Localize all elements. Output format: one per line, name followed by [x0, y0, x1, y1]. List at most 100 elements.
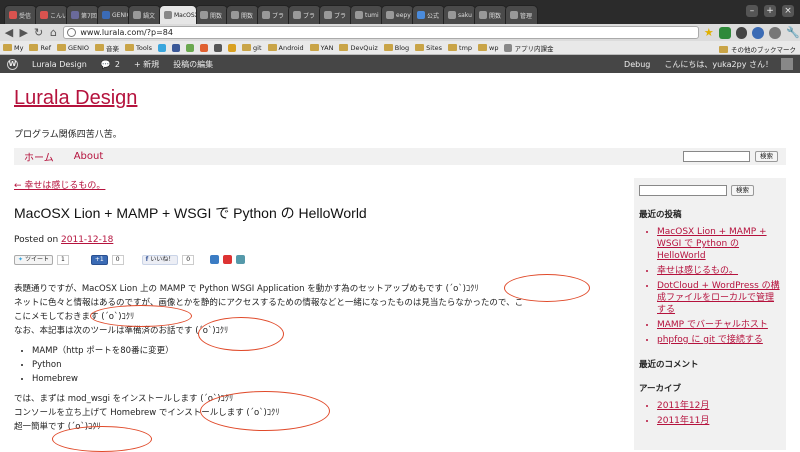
- close-icon[interactable]: ×: [782, 5, 794, 17]
- menu-item-home[interactable]: ホーム: [14, 149, 64, 164]
- browser-tab[interactable]: ブラ: [257, 5, 290, 24]
- admin-comments[interactable]: 💬 2: [94, 55, 127, 73]
- browser-tab[interactable]: 開数: [195, 5, 228, 24]
- recent-posts-list: MacOSX Lion + MAMP + WSGI で Python の Hel…: [657, 226, 781, 346]
- forward-icon[interactable]: ▶: [19, 26, 29, 39]
- facebook-icon[interactable]: [172, 43, 181, 52]
- browser-tab[interactable]: 第7回: [66, 5, 99, 24]
- back-icon[interactable]: ◀: [4, 26, 14, 39]
- bookmark-folder[interactable]: My: [3, 44, 23, 52]
- browser-tab[interactable]: eepy: [381, 5, 414, 24]
- list-item: Python: [32, 358, 614, 372]
- browser-tab[interactable]: 開数: [226, 5, 259, 24]
- bookmark-icon[interactable]: [186, 43, 195, 52]
- sidebar-search-button[interactable]: 検索: [731, 185, 754, 196]
- minimize-icon[interactable]: –: [746, 5, 758, 17]
- header-search-input[interactable]: [683, 151, 750, 162]
- browser-tab[interactable]: 鍋文: [128, 5, 161, 24]
- folder-icon: [267, 44, 277, 51]
- tweet-button[interactable]: ✦ ツイート: [14, 254, 54, 265]
- bookmark-folder[interactable]: git: [242, 44, 262, 52]
- other-bookmarks[interactable]: その他のブックマーク: [719, 44, 796, 54]
- tab-label: 開数: [241, 12, 254, 20]
- bookmark-icon[interactable]: [200, 43, 209, 52]
- site-title[interactable]: Lurala Design: [14, 87, 137, 110]
- browser-tab[interactable]: tumi: [350, 5, 383, 24]
- recent-post-link[interactable]: DotCloud + WordPress の構成ファイルをローカルで管理する: [657, 280, 781, 316]
- browser-tab-strip: 受信 こんい 第7回 GENIO 鍋文 MacOSX 開数 開数 ブラ ブラ ブラ tumi eepy 公…: [0, 0, 800, 24]
- browser-tab[interactable]: 公式: [412, 5, 445, 24]
- avatar: [781, 58, 793, 70]
- hatena-icon[interactable]: [210, 255, 220, 264]
- bookmark-item[interactable]: アプリ内課金: [504, 43, 553, 53]
- bookmark-folder[interactable]: DevQuiz: [339, 44, 378, 52]
- recent-post-link[interactable]: 幸せは感じるもの。: [657, 265, 781, 277]
- browser-tab[interactable]: 開数: [474, 5, 507, 24]
- extension-icon[interactable]: [769, 26, 781, 39]
- bookmark-folder[interactable]: GENIO: [56, 44, 89, 52]
- bookmark-folder[interactable]: Blog: [383, 44, 409, 52]
- archive-link[interactable]: 2011年12月: [657, 400, 781, 412]
- tab-label: 受信: [19, 12, 32, 20]
- recent-post-link[interactable]: MAMP でバーチャルホスト: [657, 319, 781, 331]
- browser-tab[interactable]: ブラ: [288, 5, 321, 24]
- bookmark-folder[interactable]: Ref: [29, 44, 51, 52]
- address-bar[interactable]: www.lurala.com/?p=84: [63, 26, 699, 39]
- previous-post-link[interactable]: ← 幸せは感じるもの。: [14, 178, 105, 191]
- favicon-icon: [40, 11, 48, 19]
- wrench-icon[interactable]: 🔧: [786, 26, 800, 39]
- browser-tab[interactable]: MacOSX: [159, 5, 197, 24]
- browser-tab[interactable]: GENIO: [97, 5, 130, 24]
- extension-icon[interactable]: [718, 26, 731, 39]
- archive-link[interactable]: 2011年11月: [657, 415, 781, 427]
- favicon-icon: [386, 11, 394, 19]
- sidebar-search-input[interactable]: [639, 185, 727, 196]
- bookmark-icon[interactable]: [214, 43, 223, 52]
- tab-label: 第7回: [81, 12, 97, 20]
- bookmark-folder[interactable]: wp: [478, 44, 498, 52]
- bookmark-folder[interactable]: YAN: [309, 44, 333, 52]
- tab-label: ブラ: [334, 12, 347, 20]
- admin-debug[interactable]: Debug: [617, 55, 657, 73]
- bookmark-icon[interactable]: [228, 43, 237, 52]
- bookmark-folder[interactable]: 音楽: [95, 43, 119, 53]
- recent-post-link[interactable]: phpfog に git で接続する: [657, 334, 781, 346]
- gplus-button[interactable]: +1: [90, 254, 108, 265]
- browser-tab[interactable]: ブラ: [319, 5, 352, 24]
- star-icon[interactable]: ★: [704, 26, 714, 39]
- maximize-icon[interactable]: +: [764, 5, 776, 17]
- menu-item-about[interactable]: About: [64, 151, 114, 162]
- twitter-icon[interactable]: [158, 43, 167, 52]
- admin-site-name[interactable]: Lurala Design: [25, 55, 94, 73]
- browser-tab[interactable]: こんい: [35, 5, 68, 24]
- folder-icon: [309, 44, 319, 51]
- list-item: MAMP（http ポートを80番に変更）: [32, 344, 614, 358]
- tab-label: ブラ: [272, 12, 285, 20]
- list-item: Homebrew: [32, 372, 614, 386]
- share-icon[interactable]: [223, 255, 233, 264]
- favicon-icon: [448, 11, 456, 19]
- recent-post-link[interactable]: MacOSX Lion + MAMP + WSGI で Python の Hel…: [657, 226, 781, 262]
- bookmark-folder[interactable]: tmp: [448, 44, 472, 52]
- reload-icon[interactable]: ↻: [34, 26, 44, 39]
- browser-tab[interactable]: 管理: [505, 5, 538, 24]
- browser-tab[interactable]: 受信: [4, 5, 37, 24]
- extension-icon[interactable]: [735, 26, 748, 39]
- extension-icon[interactable]: [752, 26, 765, 39]
- admin-edit-post[interactable]: 投稿の編集: [166, 55, 220, 73]
- share-icon[interactable]: [236, 255, 246, 264]
- recent-comments-heading: 最近のコメント: [639, 360, 699, 370]
- twitter-icon: ✦: [18, 255, 24, 263]
- admin-account[interactable]: こんにちは、yuka2py さん！: [657, 55, 800, 73]
- browser-tab[interactable]: saku: [443, 5, 476, 24]
- home-icon[interactable]: ⌂: [49, 26, 59, 39]
- bookmark-folder[interactable]: Sites: [415, 44, 442, 52]
- header-search-button[interactable]: 検索: [755, 151, 778, 162]
- bookmark-folder[interactable]: Tools: [125, 44, 152, 52]
- wp-menu[interactable]: W: [0, 55, 25, 73]
- post-date-link[interactable]: 2011-12-18: [61, 235, 113, 245]
- like-button[interactable]: f いいね！: [141, 254, 179, 265]
- admin-new[interactable]: + 新規: [127, 55, 166, 73]
- bookmark-folder[interactable]: Android: [267, 44, 304, 52]
- favicon-icon: [510, 11, 518, 19]
